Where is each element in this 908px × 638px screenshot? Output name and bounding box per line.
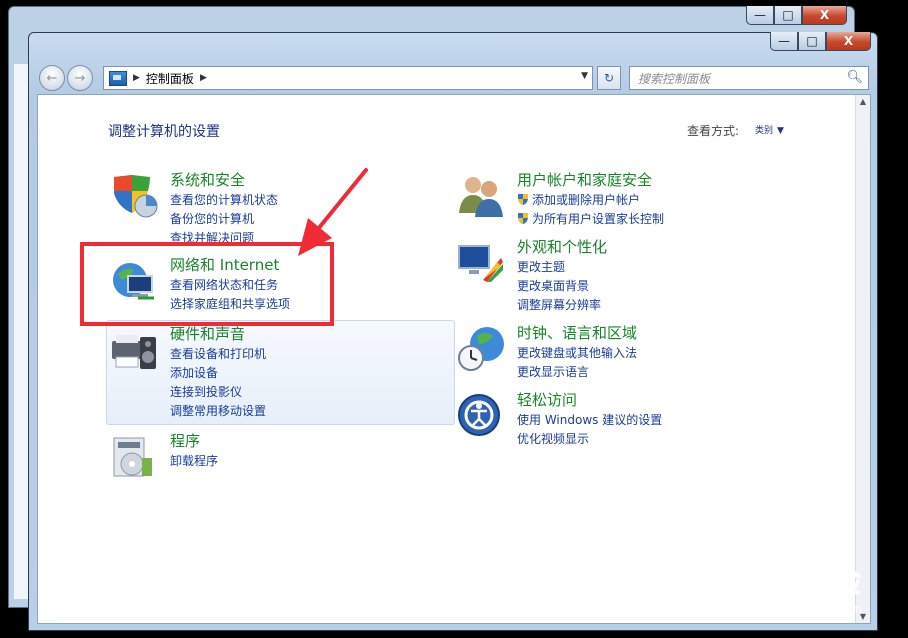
breadcrumb-chevron-icon[interactable]: ▶ <box>133 73 140 83</box>
category-title-hardware[interactable]: 硬件和声音 <box>170 323 245 344</box>
bg-minimize-button[interactable]: — <box>746 6 774 25</box>
link-check-status[interactable]: 查看您的计算机状态 <box>170 191 278 208</box>
users-icon <box>459 177 503 217</box>
hardware-category-highlight <box>106 320 455 425</box>
link-add-remove-accounts[interactable]: 添加或删除用户帐户 <box>517 191 640 208</box>
annotation-arrow-icon <box>298 168 368 256</box>
category-title-system[interactable]: 系统和安全 <box>170 169 245 190</box>
printer-speaker-icon <box>112 335 156 369</box>
uac-shield-icon <box>518 213 528 224</box>
link-keyboard-input[interactable]: 更改键盘或其他输入法 <box>517 344 637 361</box>
control-panel-icon <box>109 70 127 86</box>
link-backup[interactable]: 备份您的计算机 <box>170 210 254 227</box>
search-placeholder: 搜索控制面板 <box>638 72 711 86</box>
link-optimize-display[interactable]: 优化视频显示 <box>517 430 589 447</box>
category-title-users[interactable]: 用户帐户和家庭安全 <box>517 169 652 190</box>
chevron-down-icon[interactable]: ▼ <box>777 126 784 136</box>
link-desktop-background[interactable]: 更改桌面背景 <box>517 277 589 294</box>
refresh-button[interactable]: ↻ <box>597 66 621 90</box>
bg-maximize-button[interactable]: □ <box>774 6 802 25</box>
baidu-watermark: Baidu 经验 jingyan.baidu.com <box>692 556 862 616</box>
search-icon[interactable]: 🔍︎ <box>846 70 863 85</box>
link-projector[interactable]: 连接到投影仪 <box>170 383 242 400</box>
watermark-brand: Baidu 经验 <box>692 563 862 599</box>
link-mobility[interactable]: 调整常用移动设置 <box>170 402 266 419</box>
link-change-theme[interactable]: 更改主题 <box>517 258 565 275</box>
view-by-label: 查看方式: <box>687 124 740 138</box>
address-bar[interactable]: ▶ 控制面板 ▶ ▼ <box>103 66 593 90</box>
link-uninstall[interactable]: 卸载程序 <box>170 452 218 469</box>
category-title-clock[interactable]: 时钟、语言和区域 <box>517 322 637 343</box>
link-devices-printers[interactable]: 查看设备和打印机 <box>170 345 266 362</box>
programs-icon <box>113 437 152 477</box>
minimize-button[interactable]: — <box>770 32 798 51</box>
window-controls: — □ X <box>770 32 871 52</box>
forward-button[interactable]: → <box>67 65 93 91</box>
watermark-url: jingyan.baidu.com <box>751 602 862 616</box>
category-title-access[interactable]: 轻松访问 <box>517 389 577 410</box>
clock-globe-icon <box>458 327 504 371</box>
appearance-icon <box>458 245 503 282</box>
control-panel-window: — □ X ← → ▶ 控制面板 ▶ ▼ ↻ 搜索控制面板 🔍︎ ▲ ▼ 调整计… <box>28 32 878 631</box>
maximize-button[interactable]: □ <box>798 32 826 51</box>
breadcrumb-control-panel[interactable]: 控制面板 <box>146 70 194 87</box>
background-window-controls: — □ X <box>746 6 847 26</box>
link-screen-resolution[interactable]: 调整屏幕分辨率 <box>517 296 601 313</box>
address-dropdown-icon[interactable]: ▼ <box>581 71 588 81</box>
link-parental-controls[interactable]: 为所有用户设置家长控制 <box>517 210 664 227</box>
category-title-programs[interactable]: 程序 <box>170 430 200 451</box>
category-title-appearance[interactable]: 外观和个性化 <box>517 236 607 257</box>
scroll-up-icon[interactable]: ▲ <box>858 97 868 106</box>
uac-shield-icon <box>518 194 528 205</box>
bg-close-button[interactable]: X <box>802 6 847 25</box>
breadcrumb-chevron-icon[interactable]: ▶ <box>200 73 207 83</box>
ease-of-access-icon <box>458 394 500 436</box>
link-parental-controls-label[interactable]: 为所有用户设置家长控制 <box>532 212 664 226</box>
link-add-device[interactable]: 添加设备 <box>170 364 218 381</box>
link-display-language[interactable]: 更改显示语言 <box>517 363 589 380</box>
search-input[interactable]: 搜索控制面板 🔍︎ <box>629 66 869 90</box>
link-windows-suggested[interactable]: 使用 Windows 建议的设置 <box>517 411 662 428</box>
vertical-scrollbar[interactable]: ▲ ▼ <box>855 95 870 623</box>
view-by-value[interactable]: 类别 <box>755 126 773 136</box>
shield-pie-icon <box>114 175 158 218</box>
view-by-dropdown[interactable]: 类别 ▼ <box>751 122 784 136</box>
content-area: ▲ ▼ 调整计算机的设置 查看方式: 类别 ▼ 系统和安全 查看您的计算机状态 备… <box>37 94 871 624</box>
navigation-bar: ← → ▶ 控制面板 ▶ ▼ ↻ 搜索控制面板 🔍︎ <box>37 63 869 91</box>
page-title: 调整计算机的设置 <box>108 124 220 140</box>
back-button[interactable]: ← <box>39 65 65 91</box>
link-add-remove-accounts-label[interactable]: 添加或删除用户帐户 <box>532 193 640 207</box>
close-button[interactable]: X <box>826 32 871 51</box>
